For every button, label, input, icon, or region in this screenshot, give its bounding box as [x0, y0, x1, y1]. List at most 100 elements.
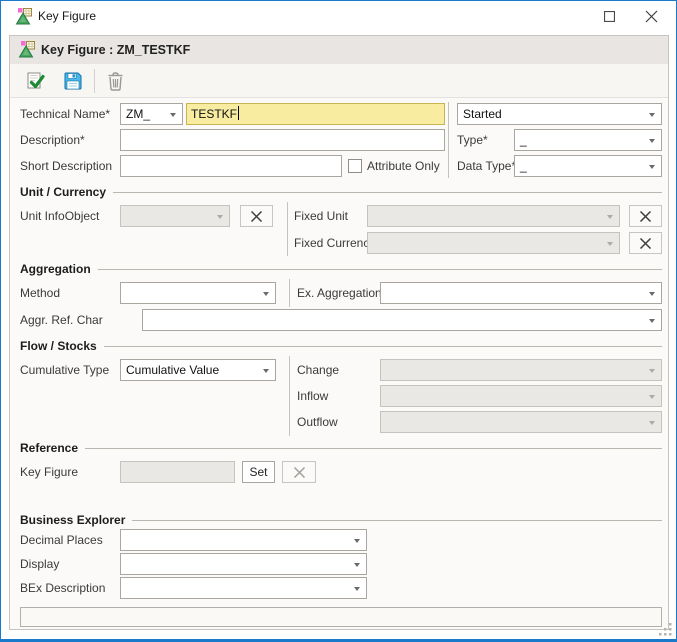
section-title: Unit / Currency: [20, 185, 106, 199]
display-label: Display: [20, 553, 59, 575]
section-title: Flow / Stocks: [20, 339, 97, 353]
chevron-down-icon: [263, 292, 269, 296]
maximize-icon: [604, 11, 615, 22]
unit-section-divider: [287, 202, 288, 256]
reference-key-figure-label: Key Figure: [20, 461, 78, 483]
chevron-down-icon: [354, 539, 360, 543]
description-input[interactable]: [120, 129, 445, 151]
section-rule: [132, 520, 662, 521]
chevron-down-icon: [607, 242, 613, 246]
section-rule: [98, 269, 662, 270]
decimal-places-combo[interactable]: [120, 529, 367, 551]
data-type-combo[interactable]: _: [514, 155, 662, 177]
technical-name-input[interactable]: TESTKF: [186, 103, 445, 125]
attribute-only-label: Attribute Only: [367, 155, 440, 177]
reference-key-figure-input: [120, 461, 235, 483]
fixed-unit-combo: [367, 205, 620, 227]
bex-description-combo[interactable]: [120, 577, 367, 599]
fixed-currency-combo: [367, 232, 620, 254]
column-divider: [448, 102, 449, 178]
change-label: Change: [297, 359, 339, 381]
clear-x-icon: [293, 467, 306, 478]
technical-name-prefix-combo[interactable]: ZM_: [120, 103, 183, 125]
title-bar: Key Figure: [1, 1, 676, 32]
technical-name-prefix-value: ZM_: [126, 107, 150, 121]
main-panel: Key Figure : ZM_TESTKF: [9, 35, 669, 630]
cumulative-type-label: Cumulative Type: [20, 359, 109, 381]
section-title: Aggregation: [20, 262, 91, 276]
close-button[interactable]: [631, 1, 671, 32]
delete-button[interactable]: [104, 70, 126, 92]
unit-infoobject-clear-button[interactable]: [240, 205, 273, 227]
section-rule: [104, 346, 662, 347]
chevron-down-icon: [649, 139, 655, 143]
section-unit-currency: Unit / Currency: [20, 184, 662, 200]
chevron-down-icon: [354, 563, 360, 567]
outflow-label: Outflow: [297, 411, 338, 433]
short-description-input[interactable]: [120, 155, 342, 177]
set-button[interactable]: Set: [242, 461, 275, 483]
type-combo[interactable]: _: [514, 129, 662, 151]
maximize-button[interactable]: [589, 1, 629, 32]
ex-aggregation-label: Ex. Aggregation: [297, 282, 382, 304]
unit-infoobject-label: Unit InfoObject: [20, 205, 99, 227]
ex-aggregation-combo[interactable]: [380, 282, 662, 304]
inflow-label: Inflow: [297, 385, 328, 407]
reference-clear-button: [282, 461, 316, 483]
key-figure-icon: [18, 41, 35, 58]
unit-infoobject-combo: [120, 205, 230, 227]
technical-name-label: Technical Name*: [20, 103, 110, 125]
chevron-down-icon: [649, 319, 655, 323]
chevron-down-icon: [649, 113, 655, 117]
section-reference: Reference: [20, 440, 662, 456]
method-label: Method: [20, 282, 60, 304]
bex-description-label: BEx Description: [20, 577, 105, 599]
fixed-currency-label: Fixed Currency: [294, 232, 375, 254]
toolbar-separator: [94, 69, 95, 93]
toolbar: [10, 64, 668, 98]
fixed-unit-label: Fixed Unit: [294, 205, 348, 227]
chevron-down-icon: [607, 215, 613, 219]
object-status-combo[interactable]: Started: [457, 103, 662, 125]
data-type-label: Data Type*: [457, 155, 516, 177]
section-flow-stocks: Flow / Stocks: [20, 338, 662, 354]
inflow-combo: [380, 385, 662, 407]
aggr-ref-char-label: Aggr. Ref. Char: [20, 309, 103, 331]
section-title: Reference: [20, 441, 78, 455]
chevron-down-icon: [649, 292, 655, 296]
section-rule: [113, 192, 662, 193]
panel-header: Key Figure : ZM_TESTKF: [10, 36, 668, 64]
key-figure-window: Key Figure Key Figure : ZM_TESTKF: [0, 0, 677, 642]
section-business-explorer: Business Explorer: [20, 512, 662, 528]
panel-title: Key Figure : ZM_TESTKF: [41, 36, 190, 64]
save-button[interactable]: [62, 70, 84, 92]
chevron-down-icon: [649, 395, 655, 399]
section-aggregation: Aggregation: [20, 261, 662, 277]
attribute-only-checkbox[interactable]: [348, 159, 362, 173]
short-description-label: Short Description: [20, 155, 112, 177]
aggregation-divider: [289, 279, 290, 307]
change-combo: [380, 359, 662, 381]
display-combo[interactable]: [120, 553, 367, 575]
key-figure-icon: [15, 8, 32, 25]
close-icon: [645, 10, 658, 23]
flow-stocks-divider: [289, 356, 290, 436]
type-label: Type*: [457, 129, 488, 151]
fixed-currency-clear-button[interactable]: [629, 232, 662, 254]
status-message-box: [20, 607, 662, 627]
text-cursor: [238, 106, 239, 120]
save-floppy-icon: [63, 71, 83, 91]
resize-grip[interactable]: [658, 622, 673, 637]
chevron-down-icon: [354, 587, 360, 591]
clear-x-icon: [639, 211, 652, 222]
method-combo[interactable]: [120, 282, 276, 304]
validate-check-icon: [25, 71, 46, 92]
fixed-unit-clear-button[interactable]: [629, 205, 662, 227]
chevron-down-icon: [649, 369, 655, 373]
chevron-down-icon: [649, 165, 655, 169]
validate-button[interactable]: [24, 70, 46, 92]
outflow-combo: [380, 411, 662, 433]
cumulative-type-combo[interactable]: Cumulative Value: [120, 359, 276, 381]
aggr-ref-char-combo[interactable]: [142, 309, 662, 331]
cumulative-type-value: Cumulative Value: [126, 363, 219, 377]
